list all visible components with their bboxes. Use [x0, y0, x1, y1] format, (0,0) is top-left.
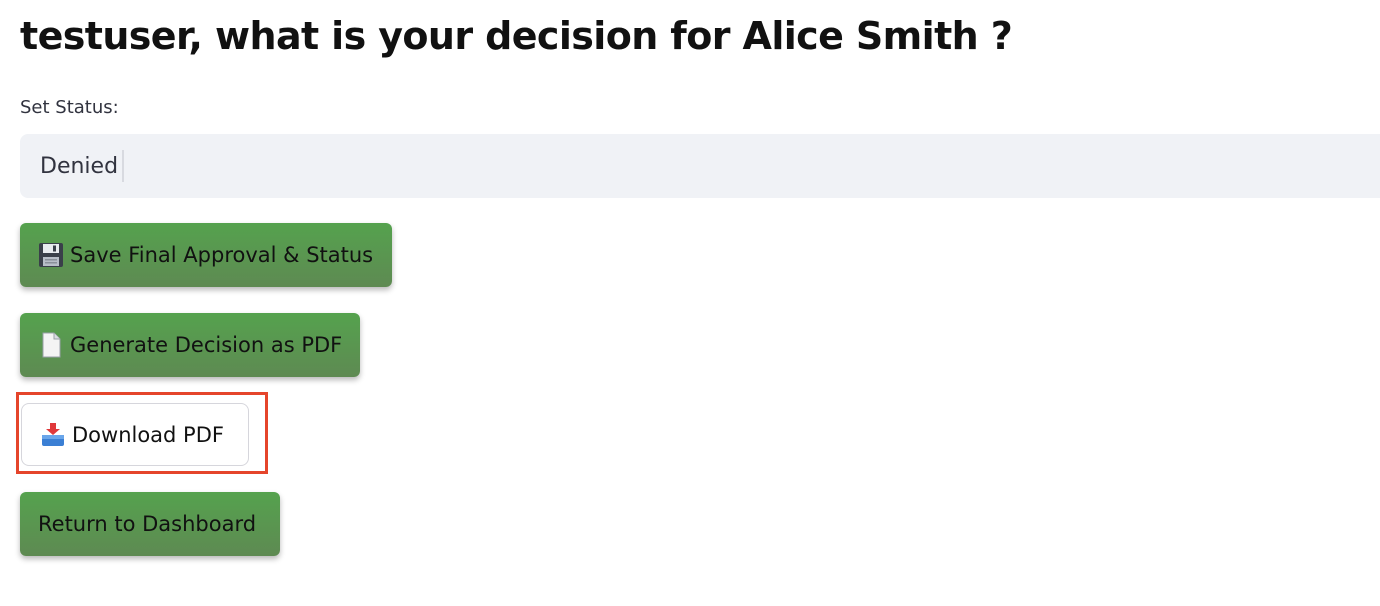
return-button-label: Return to Dashboard	[38, 512, 257, 536]
generate-pdf-button[interactable]: Generate Decision as PDF	[20, 313, 360, 377]
page-title: testuser, what is your decision for Alic…	[20, 14, 1013, 58]
decision-page: testuser, what is your decision for Alic…	[0, 0, 1380, 606]
text-cursor	[122, 150, 125, 182]
return-to-dashboard-button[interactable]: Return to Dashboard	[20, 492, 280, 556]
floppy-disk-icon	[38, 242, 64, 268]
page-document-icon	[38, 332, 64, 358]
save-button-label: Save Final Approval & Status	[70, 243, 374, 267]
set-status-label: Set Status:	[20, 97, 119, 118]
inbox-tray-icon	[40, 422, 66, 448]
status-selected-value: Denied	[40, 153, 119, 179]
generate-button-label: Generate Decision as PDF	[70, 333, 343, 357]
save-final-approval-button[interactable]: Save Final Approval & Status	[20, 223, 392, 287]
status-select[interactable]: Denied	[20, 134, 1380, 198]
download-pdf-button[interactable]: Download PDF	[21, 403, 249, 466]
download-button-label: Download PDF	[72, 422, 224, 447]
